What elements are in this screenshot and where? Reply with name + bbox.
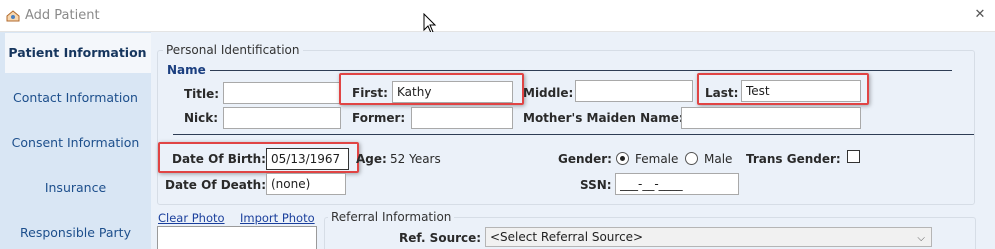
dod-label: Date Of Death: [165, 178, 266, 192]
first-name-field[interactable] [392, 81, 513, 103]
title-field[interactable] [223, 82, 341, 104]
nav-item-consent-information[interactable]: Consent Information [0, 123, 151, 163]
title-label: Title: [184, 87, 220, 101]
name-section-divider [210, 70, 952, 71]
import-photo-link[interactable]: Import Photo [240, 211, 315, 225]
maiden-name-label: Mother's Maiden Name: [523, 111, 684, 125]
patient-photo [157, 226, 317, 249]
dob-label: Date Of Birth: [172, 152, 266, 166]
nav-item-patient-information[interactable]: Patient Information [5, 33, 151, 73]
gender-male-radio[interactable] [685, 152, 698, 165]
dod-field[interactable] [266, 173, 346, 195]
maiden-name-field[interactable] [681, 107, 861, 129]
nick-field[interactable] [223, 107, 341, 129]
clear-photo-link[interactable]: Clear Photo [158, 211, 225, 225]
dob-field[interactable] [266, 148, 349, 170]
personal-identification-label: Personal Identification [163, 43, 303, 57]
close-icon[interactable]: ✕ [972, 7, 988, 23]
trans-gender-checkbox[interactable] [847, 150, 860, 163]
identity-divider [173, 134, 974, 135]
middle-name-field[interactable] [575, 80, 693, 102]
middle-name-label: Middle: [523, 86, 574, 100]
former-name-label: Former: [352, 111, 406, 125]
trans-gender-label: Trans Gender: [746, 152, 841, 166]
nav-item-responsible-party[interactable]: Responsible Party [0, 213, 151, 249]
gender-female-radio[interactable] [616, 152, 629, 165]
ssn-field[interactable] [615, 173, 739, 195]
referral-information-label: Referral Information [328, 210, 455, 224]
nick-label: Nick: [184, 111, 219, 125]
age-label: Age: [356, 152, 387, 166]
window-title: Add Patient [25, 8, 100, 23]
ssn-label: SSN: [580, 178, 612, 192]
chevron-down-icon: ⌵ [917, 233, 925, 244]
referral-source-value: <Select Referral Source> [490, 230, 644, 244]
sidebar-nav: Patient Information Contact Information … [0, 32, 151, 249]
last-name-label: Last: [705, 86, 739, 100]
first-name-label: First: [352, 86, 388, 100]
gender-female-label: Female [635, 152, 679, 166]
age-value: 52 Years [390, 152, 441, 166]
referral-source-label: Ref. Source: [399, 231, 482, 245]
former-name-field[interactable] [411, 107, 513, 129]
app-logo-icon [6, 10, 20, 22]
gender-male-label: Male [704, 152, 733, 166]
title-bar: Add Patient ✕ [0, 0, 995, 32]
name-section-label: Name [167, 63, 206, 77]
referral-source-select[interactable]: <Select Referral Source> ⌵ [485, 227, 932, 247]
nav-item-contact-information[interactable]: Contact Information [0, 78, 151, 118]
nav-item-insurance[interactable]: Insurance [0, 168, 151, 208]
gender-label: Gender: [558, 152, 612, 166]
last-name-field[interactable] [741, 80, 861, 102]
